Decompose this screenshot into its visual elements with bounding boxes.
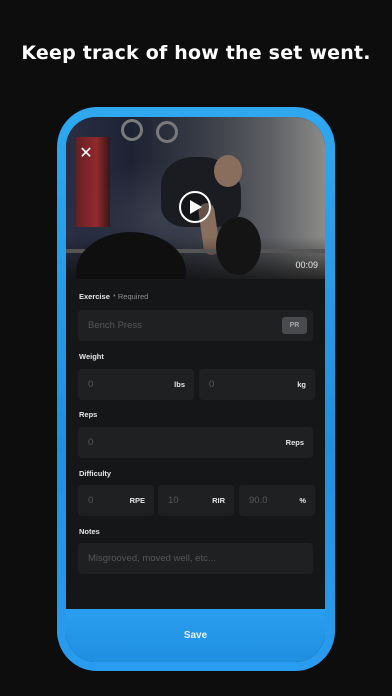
percent-input[interactable]: 90.0 % xyxy=(239,485,315,516)
marketing-headline: Keep track of how the set went. xyxy=(21,42,371,64)
required-note: * Required xyxy=(112,292,149,301)
video-duration: 00:09 xyxy=(295,260,318,270)
reps-input[interactable]: 0 Reps xyxy=(78,427,313,458)
exercise-label: Exercise * Required xyxy=(79,292,149,301)
pr-button[interactable]: PR xyxy=(282,317,307,334)
reps-placeholder: 0 xyxy=(88,437,94,448)
close-icon[interactable]: ✕ xyxy=(79,146,93,162)
video-lifter-head xyxy=(214,155,242,187)
notes-label: Notes xyxy=(79,527,100,536)
reps-unit: Reps xyxy=(285,438,304,447)
weight-lbs-input[interactable]: 0 lbs xyxy=(78,369,194,400)
rir-placeholder: 10 xyxy=(168,495,179,506)
rpe-unit: RPE xyxy=(129,496,145,505)
phone-screen: ✕ 00:09 Exercise * Required Bench Press P… xyxy=(66,117,325,662)
lbs-unit: lbs xyxy=(174,380,185,389)
play-button[interactable] xyxy=(179,191,211,223)
percent-unit: % xyxy=(299,496,306,505)
video-bg-ring xyxy=(121,119,143,141)
reps-label: Reps xyxy=(79,410,98,419)
rir-input[interactable]: 10 RIR xyxy=(158,485,234,516)
notes-placeholder: Misgrooved, moved well, etc... xyxy=(88,553,216,564)
weight-lbs-placeholder: 0 xyxy=(88,379,94,390)
video-bg-ring xyxy=(156,121,178,143)
kg-unit: kg xyxy=(297,380,306,389)
exercise-input[interactable]: Bench Press PR xyxy=(78,310,313,341)
percent-placeholder: 90.0 xyxy=(249,495,268,506)
exercise-placeholder: Bench Press xyxy=(88,320,142,331)
video-weight-plate xyxy=(216,217,261,275)
set-form: Exercise * Required Bench Press PR Weight… xyxy=(66,279,325,609)
rir-unit: RIR xyxy=(212,496,225,505)
video-preview[interactable]: ✕ 00:09 xyxy=(66,117,325,312)
rpe-placeholder: 0 xyxy=(88,495,94,506)
rpe-input[interactable]: 0 RPE xyxy=(78,485,154,516)
notes-input[interactable]: Misgrooved, moved well, etc... xyxy=(78,543,313,574)
weight-label: Weight xyxy=(79,352,104,361)
save-button[interactable]: Save xyxy=(66,609,325,662)
weight-kg-input[interactable]: 0 kg xyxy=(199,369,315,400)
play-icon xyxy=(190,200,202,214)
difficulty-label: Difficulty xyxy=(79,469,112,478)
weight-kg-placeholder: 0 xyxy=(209,379,215,390)
